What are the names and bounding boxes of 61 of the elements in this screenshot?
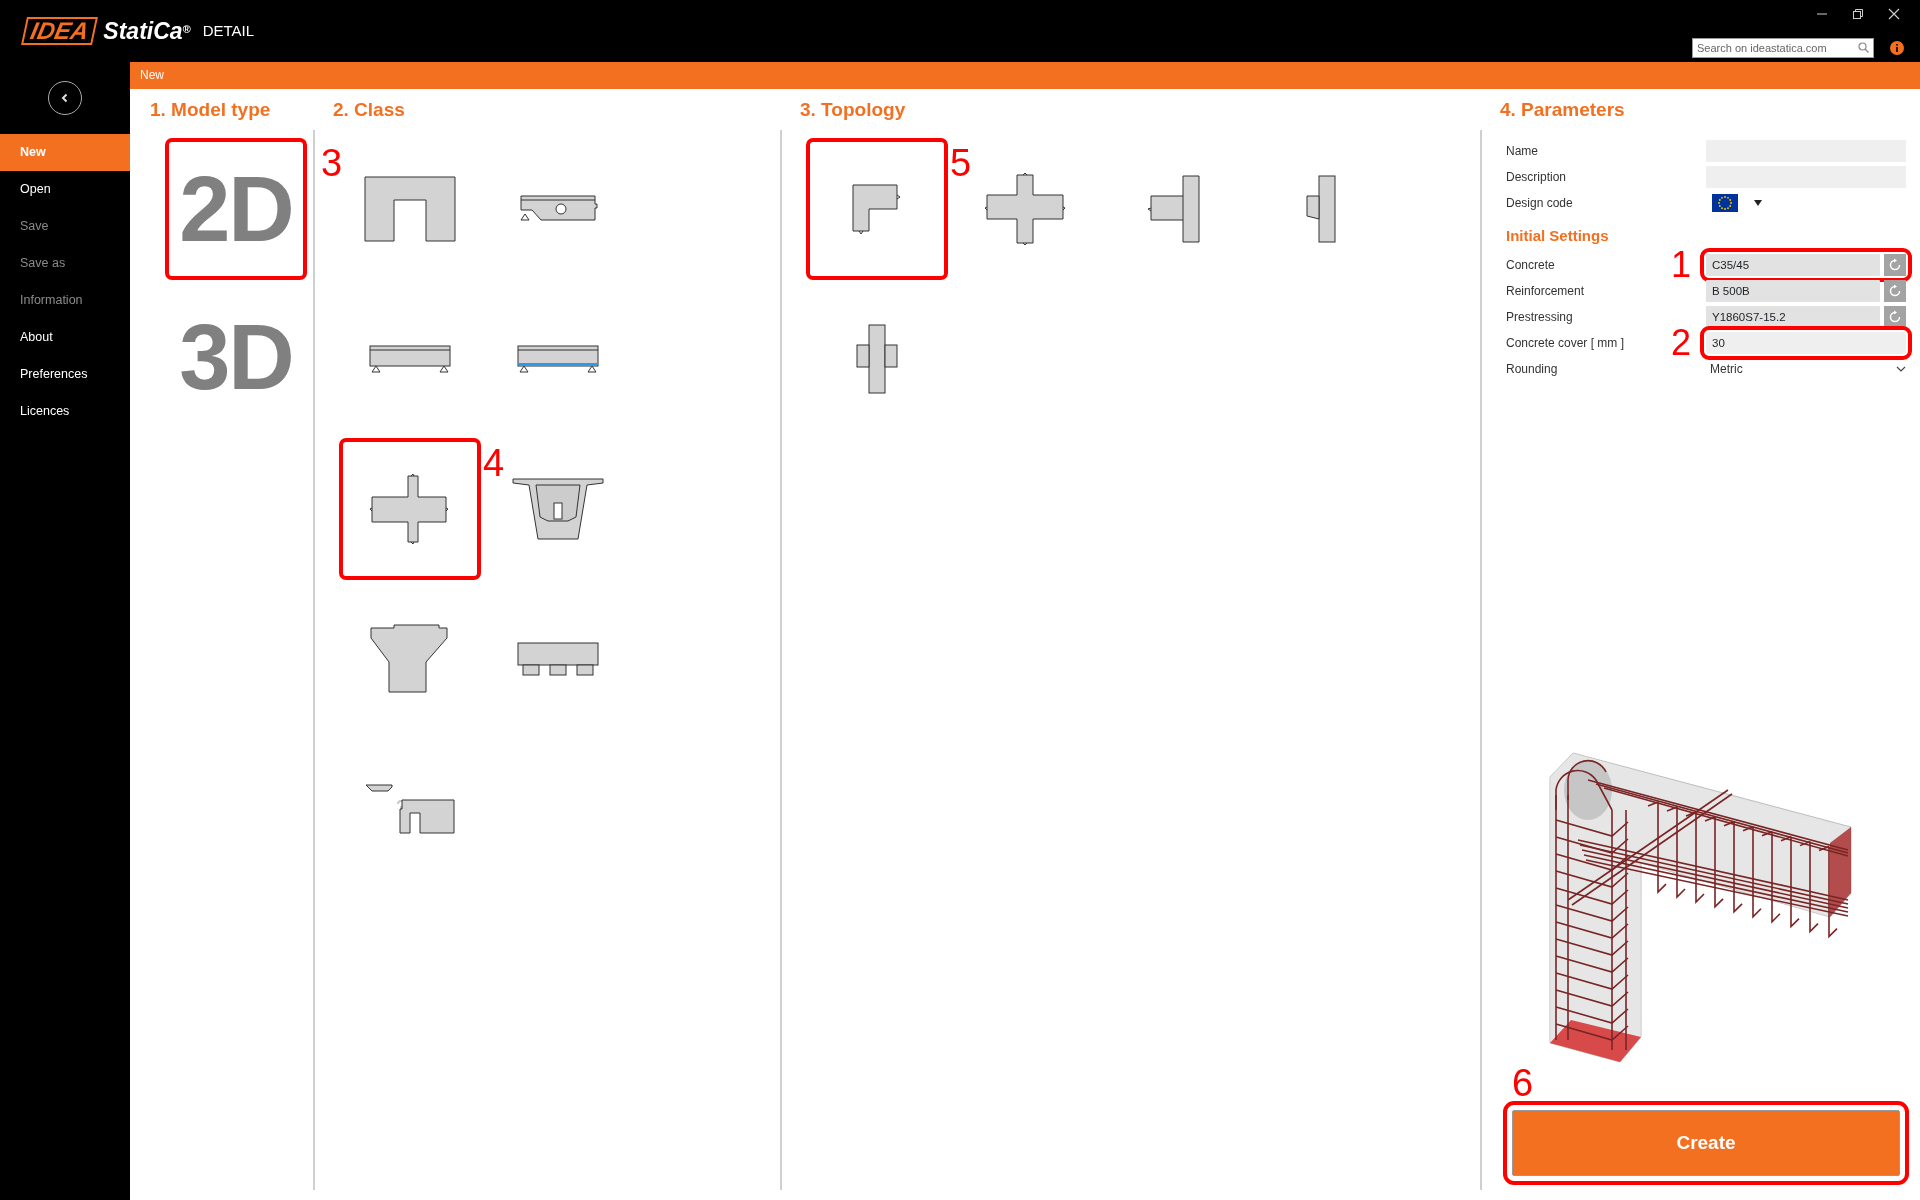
callout-number: 2 [1671,325,1691,361]
breadcrumb: New [130,62,1920,89]
model-type-option[interactable]: 3D [165,286,307,428]
input-field[interactable]: B 500B [1706,280,1880,302]
sidebar-item[interactable]: Open [0,171,130,208]
chevron-down-icon [1896,366,1906,372]
section-heading: 3. Topology [799,98,907,122]
ribbed-slab-icon [516,641,600,677]
refresh-button[interactable] [1884,254,1906,276]
beam-layer-icon [516,344,600,374]
refresh-button[interactable] [1884,280,1906,302]
beam-supports-icon [368,344,452,374]
callout-number: 1 [1671,247,1691,283]
field-label: Prestressing [1506,309,1574,326]
field-label: Description [1506,169,1568,186]
double-corbel-icon [854,323,900,395]
sidebar-item[interactable]: About [0,319,130,356]
callout-number: 3 [321,144,343,182]
beam-opening-icon [517,194,599,224]
callout-number: 5 [950,144,972,182]
restore-icon[interactable] [1852,8,1864,20]
field-label: Concrete cover [ mm ] [1506,335,1626,352]
model-type-option[interactable]: 2D [165,138,307,280]
field-label: Name [1506,143,1539,160]
u-frame-icon [364,176,456,242]
field-label: Reinforcement [1506,283,1586,300]
topology-option[interactable] [806,138,948,280]
cross-joint-icon [983,173,1067,245]
info-icon[interactable] [1890,41,1904,55]
app-name: StatiCa$^{®}$ [103,16,191,46]
field-label: Rounding [1506,361,1559,378]
refresh-button[interactable] [1884,306,1906,328]
product-name: DETAIL [202,20,255,41]
sidebar-item[interactable]: Licences [0,393,130,430]
box-girder-icon [512,477,604,541]
refresh-icon [1888,258,1902,272]
section-heading: 2. Class [332,98,406,122]
callout-number: 4 [483,444,505,482]
chevron-left-icon [60,93,70,103]
input-field[interactable]: C35/45 [1706,254,1880,276]
close-icon[interactable] [1888,8,1900,20]
search-icon [1858,42,1869,53]
field-label: Concrete [1506,257,1556,274]
refresh-icon [1888,284,1902,298]
field-label: Design code [1506,195,1574,212]
section-subheading: Initial Settings [1506,226,1610,246]
pier-icon [369,624,451,694]
logo-mark: IDEA [21,17,99,45]
search-field[interactable]: Search on ideastatica.com [1692,38,1874,58]
callout-number: 6 [1512,1064,1534,1102]
section-heading: 4. Parameters [1499,98,1626,122]
refresh-icon [1888,310,1902,324]
section-heading: 1. Model type [149,98,272,122]
frame-deck-icon [364,783,456,835]
class-option[interactable] [339,438,481,580]
caret-icon[interactable] [1754,200,1762,206]
dropdown-field[interactable]: Metric [1706,358,1906,380]
tee-joint-icon [1145,174,1201,244]
sidebar-item[interactable]: Preferences [0,356,130,393]
flag-icon[interactable] [1712,194,1738,212]
input-field[interactable]: Y1860S7-15.2 [1706,306,1880,328]
